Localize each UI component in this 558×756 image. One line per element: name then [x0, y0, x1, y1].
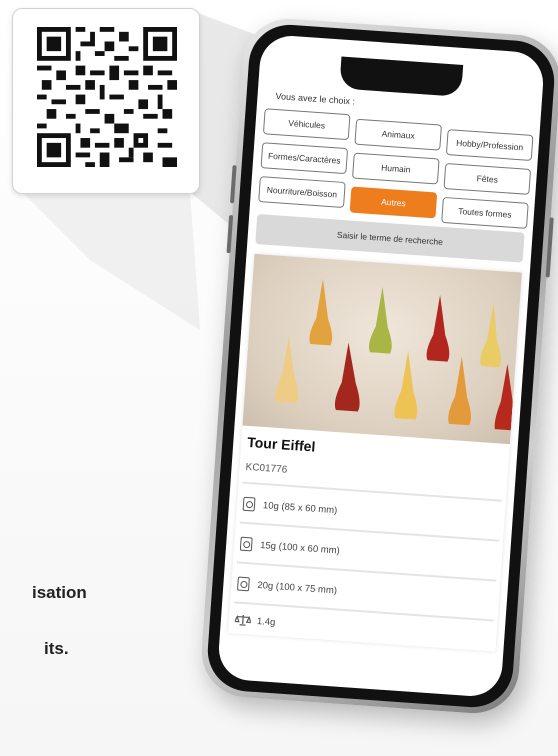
- eiffel-candle-row-1: [309, 278, 502, 368]
- size-label: 10g (85 x 60 mm): [262, 499, 338, 516]
- size-option[interactable]: 20g (100 x 75 mm): [236, 574, 338, 601]
- size-label: 20g (100 x 75 mm): [257, 579, 338, 596]
- qr-code-card[interactable]: [12, 8, 200, 194]
- product-card[interactable]: Tour Eiffel KC01776 10g (85 x 60 mm) 15g…: [228, 253, 522, 652]
- category-chip-formes[interactable]: Formes/Caractères: [260, 142, 349, 175]
- phone-screen: Vous avez le choix : Véhicules Animaux H…: [216, 33, 546, 699]
- category-chip-hobby[interactable]: Hobby/Profession: [445, 129, 534, 162]
- category-chip-animaux[interactable]: Animaux: [354, 118, 442, 151]
- product-code: KC01776: [245, 461, 288, 476]
- product-image: [242, 253, 522, 445]
- mold-icon: [239, 536, 253, 552]
- size-option[interactable]: 10g (85 x 60 mm): [242, 494, 338, 521]
- choice-prompt: Vous avez le choix :: [275, 91, 356, 107]
- marketing-text-1: isation: [32, 583, 87, 602]
- size-option[interactable]: 15g (100 x 60 mm): [239, 534, 341, 561]
- weight-info: 1.4g: [234, 609, 276, 632]
- marketing-text-2: its.: [44, 639, 69, 658]
- qr-code-icon: [37, 27, 177, 167]
- category-chip-vehicules[interactable]: Véhicules: [262, 108, 351, 141]
- category-chip-autres[interactable]: Autres: [349, 186, 438, 219]
- eiffel-candle-row-2: [275, 336, 513, 431]
- size-label: 15g (100 x 60 mm): [259, 539, 341, 557]
- category-chip-toutes[interactable]: Toutes formes: [441, 196, 529, 229]
- mold-icon: [242, 496, 256, 512]
- app-content: Vous avez le choix : Véhicules Animaux H…: [217, 34, 545, 698]
- phone-mockup: Vous avez le choix : Véhicules Animaux H…: [198, 15, 558, 717]
- product-title: Tour Eiffel: [246, 433, 316, 455]
- category-chip-humain[interactable]: Humain: [352, 152, 440, 185]
- scale-icon: [234, 614, 252, 626]
- category-chip-fetes[interactable]: Fêtes: [443, 162, 532, 195]
- mold-icon: [236, 576, 250, 592]
- category-chip-nourriture[interactable]: Nourriture/Boisson: [258, 176, 346, 209]
- product-photo: [275, 278, 513, 431]
- weight-label: 1.4g: [256, 615, 276, 628]
